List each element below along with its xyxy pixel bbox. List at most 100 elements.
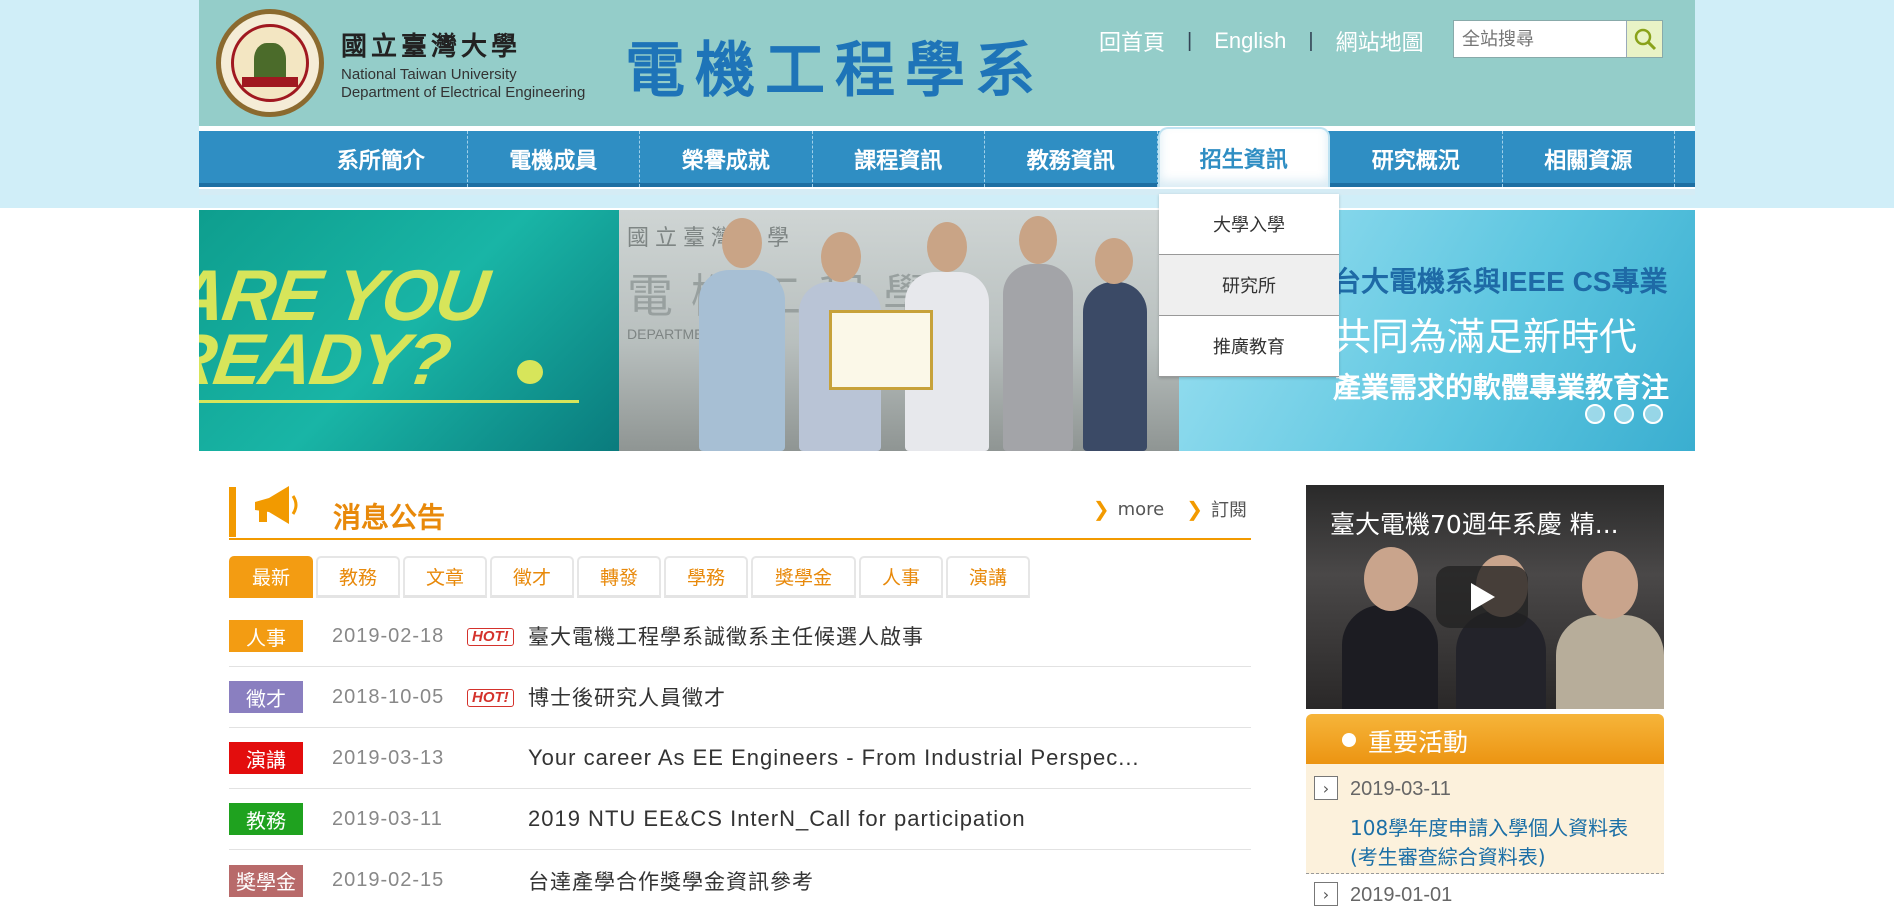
news-row[interactable]: 獎學金 2019-02-15 台達產學合作獎學金資訊參考 bbox=[229, 850, 1251, 911]
news-row[interactable]: 教務 2019-03-11 2019 NTU EE&CS InterN_Call… bbox=[229, 789, 1251, 850]
nav-item-resources[interactable]: 相關資源 bbox=[1503, 131, 1675, 187]
department-title[interactable]: 電機工程學系 bbox=[625, 22, 1045, 109]
category-badge: 演講 bbox=[229, 742, 303, 774]
play-button[interactable] bbox=[1436, 566, 1528, 628]
photo-person bbox=[1083, 282, 1147, 451]
hot-badge: HOT! bbox=[467, 689, 514, 707]
nav-items: 系所簡介 電機成員 榮譽成就 課程資訊 教務資訊 招生資訊 研究概況 相關資源 bbox=[295, 127, 1675, 187]
link-separator: | bbox=[1308, 29, 1314, 52]
tab-recruitment[interactable]: 徵才 bbox=[490, 556, 574, 598]
news-title-link[interactable]: Your career As EE Engineers - From Indus… bbox=[528, 745, 1140, 771]
category-badge: 徵才 bbox=[229, 681, 303, 713]
tab-personnel[interactable]: 人事 bbox=[859, 556, 943, 598]
category-badge: 人事 bbox=[229, 620, 303, 652]
slider-dots bbox=[1585, 404, 1663, 424]
nav-underline bbox=[199, 189, 1695, 195]
news-date: 2019-02-15 bbox=[332, 869, 445, 891]
banner-underline bbox=[199, 400, 579, 403]
news-actions: ❯ more ❯ 訂閱 bbox=[1093, 496, 1247, 522]
top-links: 回首頁 | English | 網站地圖 bbox=[1099, 24, 1424, 58]
news-date: 2019-03-13 bbox=[332, 746, 445, 769]
banner-photo-ceremony: 國立臺灣大學 電機工程學 DEPARTMENT bbox=[619, 210, 1179, 451]
nav-item-courses[interactable]: 課程資訊 bbox=[813, 131, 985, 187]
event-item[interactable]: › 2019-03-11 108學年度申請入學個人資料表(考生審查綜合資料表) bbox=[1306, 764, 1664, 874]
tab-student-affairs[interactable]: 學務 bbox=[664, 556, 748, 598]
news-row[interactable]: 演講 2019-03-13 Your career As EE Engineer… bbox=[229, 728, 1251, 789]
video-head bbox=[1582, 551, 1638, 619]
tab-academic[interactable]: 教務 bbox=[316, 556, 400, 598]
question-dot-icon bbox=[517, 360, 543, 384]
slider-dot-1[interactable] bbox=[1585, 404, 1605, 424]
dropdown-item-extension[interactable]: 推廣教育 bbox=[1159, 316, 1339, 377]
nav-item-research[interactable]: 研究概況 bbox=[1330, 131, 1503, 187]
more-link[interactable]: ❯ more bbox=[1093, 496, 1164, 522]
video-player[interactable]: 臺大電機70週年系慶 精... bbox=[1306, 485, 1664, 709]
nav-item-honors[interactable]: 榮譽成就 bbox=[640, 131, 813, 187]
dropdown-item-graduate[interactable]: 研究所 bbox=[1159, 255, 1339, 316]
news-title-link[interactable]: 臺大電機工程學系誠徵系主任候選人啟事 bbox=[528, 621, 924, 651]
category-badge: 獎學金 bbox=[229, 864, 303, 897]
admissions-dropdown: 大學入學 研究所 推廣教育 bbox=[1159, 194, 1339, 377]
news-row[interactable]: 人事 2019-02-18 HOT! 臺大電機工程學系誠徵系主任候選人啟事 bbox=[229, 606, 1251, 667]
slider-dot-3[interactable] bbox=[1643, 404, 1663, 424]
photo-person bbox=[1003, 264, 1073, 451]
search-input[interactable] bbox=[1454, 21, 1626, 57]
photo-person bbox=[699, 270, 785, 451]
news-date: 2018-10-05 bbox=[332, 685, 445, 708]
home-link[interactable]: 回首頁 bbox=[1099, 25, 1165, 57]
events-title: 重要活動 bbox=[1368, 728, 1469, 757]
ntu-seal-logo[interactable] bbox=[216, 9, 324, 117]
seal-band bbox=[242, 77, 298, 87]
event-title-link[interactable]: 108學年度申請入學個人資料表(考生審查綜合資料表) bbox=[1350, 814, 1650, 872]
events-header: 重要活動 bbox=[1306, 714, 1664, 764]
video-person bbox=[1342, 605, 1438, 709]
subscribe-link[interactable]: ❯ 訂閱 bbox=[1186, 496, 1247, 522]
tab-scholarship[interactable]: 獎學金 bbox=[751, 556, 856, 598]
tab-lectures[interactable]: 演講 bbox=[946, 556, 1030, 598]
news-title: 消息公告 bbox=[333, 501, 446, 534]
hero-banner-slider[interactable]: ARE YOU READY? 國立臺灣大學 電機工程學 DEPARTMENT 台… bbox=[199, 210, 1695, 451]
photo-head bbox=[1019, 216, 1057, 264]
seal-inner-ring bbox=[231, 24, 309, 102]
hot-badge: HOT! bbox=[467, 628, 514, 646]
news-title-link[interactable]: 博士後研究人員徵才 bbox=[528, 682, 726, 712]
play-icon bbox=[1471, 583, 1495, 611]
nav-item-academic[interactable]: 教務資訊 bbox=[985, 131, 1158, 187]
nav-item-admissions[interactable]: 招生資訊 bbox=[1157, 127, 1330, 187]
dropdown-item-undergrad[interactable]: 大學入學 bbox=[1159, 194, 1339, 255]
category-badge: 教務 bbox=[229, 803, 303, 835]
news-row[interactable]: 徵才 2018-10-05 HOT! 博士後研究人員徵才 bbox=[229, 667, 1251, 728]
news-date: 2019-02-18 bbox=[332, 624, 445, 647]
banner-panel-ready: ARE YOU READY? bbox=[199, 210, 619, 451]
video-head bbox=[1364, 547, 1418, 611]
banner-ieee-subtitle: 共同為滿足新時代 bbox=[1333, 315, 1638, 359]
wall-sign-univ: 國立臺灣大學 bbox=[627, 226, 796, 251]
banner-ready-text: ARE YOU READY? bbox=[199, 256, 492, 400]
university-name-en: National Taiwan University bbox=[341, 66, 517, 83]
tab-latest[interactable]: 最新 bbox=[229, 556, 313, 598]
english-link[interactable]: English bbox=[1214, 28, 1286, 54]
site-search bbox=[1453, 20, 1663, 58]
department-name-en: Department of Electrical Engineering bbox=[341, 84, 586, 101]
tab-forwarded[interactable]: 轉發 bbox=[577, 556, 661, 598]
tab-articles[interactable]: 文章 bbox=[403, 556, 487, 598]
banner-ieee-tagline: 產業需求的軟體專業教育注 bbox=[1333, 371, 1670, 404]
photo-head bbox=[927, 222, 967, 272]
sitemap-link[interactable]: 網站地圖 bbox=[1336, 25, 1424, 57]
photo-head bbox=[722, 218, 762, 268]
photo-head bbox=[821, 232, 861, 282]
news-title-link[interactable]: 台達產學合作獎學金資訊參考 bbox=[528, 866, 814, 896]
more-label: more bbox=[1117, 498, 1165, 520]
news-title-link[interactable]: 2019 NTU EE&CS InterN_Call for participa… bbox=[528, 806, 1026, 832]
site-header: 國立臺灣大學 National Taiwan University Depart… bbox=[199, 0, 1695, 126]
search-button[interactable] bbox=[1626, 21, 1662, 57]
slider-dot-2[interactable] bbox=[1614, 404, 1634, 424]
news-tabs: 最新 教務 文章 徵才 轉發 學務 獎學金 人事 演講 bbox=[229, 556, 1030, 598]
video-title[interactable]: 臺大電機70週年系慶 精... bbox=[1330, 505, 1619, 541]
nav-item-about[interactable]: 系所簡介 bbox=[295, 131, 468, 187]
chevron-right-icon: ❯ bbox=[1186, 497, 1203, 521]
event-item[interactable]: › 2019-01-01 bbox=[1306, 876, 1664, 910]
chevron-right-icon: › bbox=[1314, 882, 1338, 906]
chevron-right-icon: › bbox=[1314, 776, 1338, 800]
nav-item-members[interactable]: 電機成員 bbox=[468, 131, 640, 187]
